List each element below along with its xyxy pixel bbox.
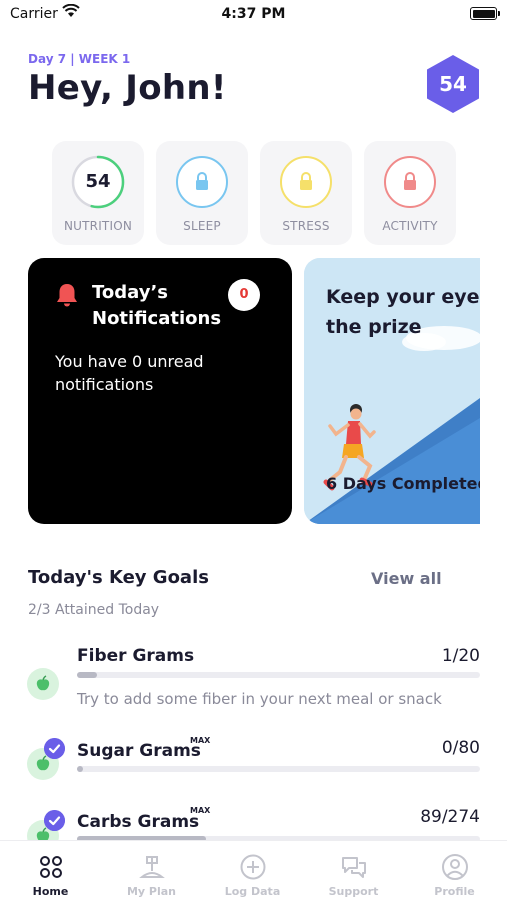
checkmark-icon (44, 810, 65, 831)
profile-icon (442, 854, 468, 880)
category-label-activity: ACTIVITY (382, 219, 438, 233)
home-dots-icon (40, 856, 62, 878)
tab-support[interactable]: Support (303, 841, 404, 900)
goal-row-sugar[interactable]: Sugar Grams MAX 0/80 (0, 736, 507, 806)
category-card-stress[interactable]: STRESS (260, 141, 352, 245)
overall-score: 54 (439, 72, 467, 96)
notifications-card[interactable]: Today’s Notifications 0 You have 0 unrea… (28, 258, 292, 524)
category-card-sleep[interactable]: SLEEP (156, 141, 248, 245)
sleep-lock-icon (176, 156, 228, 208)
goal-progress-fill (77, 672, 98, 678)
goal-name: Carbs Grams (77, 812, 200, 832)
goal-max-tag: MAX (190, 736, 211, 745)
tab-log-data[interactable]: Log Data (202, 841, 303, 900)
clock: 4:37 PM (221, 6, 286, 22)
goal-name: Fiber Grams (77, 646, 195, 666)
chat-bubbles-icon (342, 857, 366, 878)
tab-label: Home (32, 885, 69, 898)
plus-circle-icon (240, 854, 266, 880)
notifications-title: Today’s Notifications (92, 282, 222, 329)
goal-max-tag: MAX (190, 806, 211, 815)
tab-label: Support (328, 885, 379, 898)
category-label-nutrition: NUTRITION (63, 219, 133, 233)
stress-lock-icon (280, 156, 332, 208)
nutrition-score: 54 (85, 171, 111, 192)
prize-card[interactable]: Keep your eye on the prize 6 Days Comple… (304, 258, 480, 524)
checkmark-icon (44, 738, 65, 759)
tab-my-plan[interactable]: My Plan (101, 841, 202, 900)
greeting-title: Hey, John! (28, 68, 227, 108)
goal-progress-track (77, 672, 480, 678)
goal-progress-track (77, 766, 480, 772)
tab-home[interactable]: Home (0, 841, 101, 900)
notifications-body: You have 0 unread notifications (55, 352, 204, 394)
goal-value: 89/274 (420, 807, 480, 827)
goals-attained-subtitle: 2/3 Attained Today (28, 602, 160, 618)
category-label-sleep: SLEEP (183, 219, 221, 233)
tab-label: My Plan (126, 885, 177, 898)
status-bar: Carrier 4:37 PM (0, 0, 507, 30)
goal-hint: Try to add some fiber in your next meal … (77, 690, 442, 708)
notifications-count-badge: 0 (228, 279, 260, 311)
prize-title: Keep your eye on the prize (326, 286, 480, 338)
days-completed-label: 6 Days Completed (326, 474, 480, 493)
goal-progress-fill (77, 766, 84, 772)
category-card-activity[interactable]: ACTIVITY (364, 141, 456, 245)
goal-value: 0/80 (441, 738, 480, 758)
apple-icon (36, 675, 50, 691)
tab-label: Log Data (224, 885, 281, 898)
day-week-label: Day 7 | WEEK 1 (28, 52, 131, 66)
goal-value: 1/20 (441, 646, 480, 666)
key-goals-title: Today's Key Goals (28, 567, 209, 588)
category-label-stress: STRESS (282, 219, 330, 233)
battery-icon (470, 7, 500, 20)
goal-name: Sugar Grams (77, 741, 201, 761)
goal-row-fiber[interactable]: Fiber Grams 1/20 Try to add some fiber i… (0, 640, 507, 710)
plan-icon (139, 856, 165, 878)
tab-profile[interactable]: Profile (404, 841, 505, 900)
category-card-nutrition[interactable]: 54 NUTRITION (52, 141, 144, 245)
view-all-link[interactable]: View all (371, 569, 442, 588)
bottom-tab-bar: Home My Plan Log Data Support Profile (0, 840, 507, 900)
bell-icon (57, 284, 77, 307)
tab-label: Profile (434, 885, 475, 898)
activity-lock-icon (384, 156, 436, 208)
